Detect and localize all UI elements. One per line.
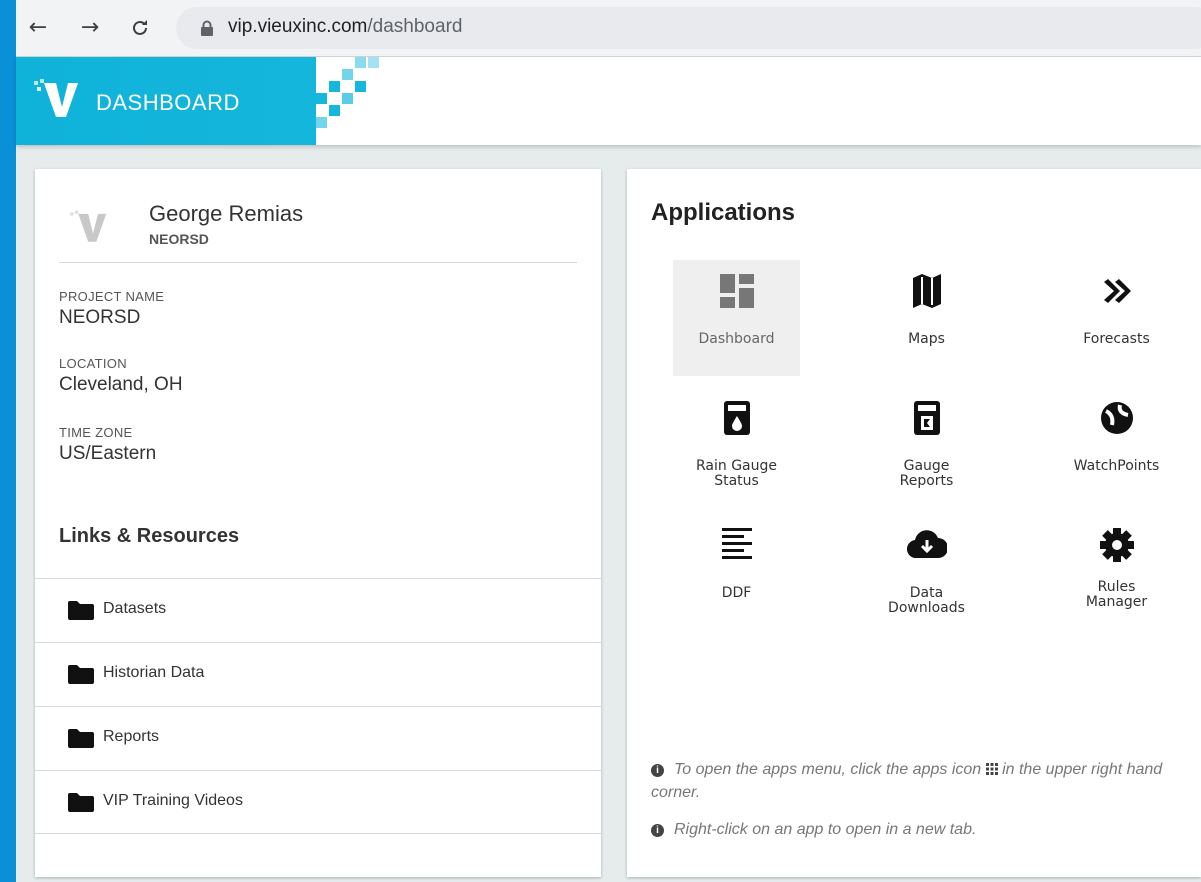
- url-path: /dashboard: [367, 16, 463, 37]
- app-maps[interactable]: Maps: [863, 260, 990, 376]
- app-label: Rain Gauge Status: [673, 459, 800, 489]
- map-icon: [863, 274, 990, 314]
- info-icon: i: [651, 824, 664, 837]
- divider: [35, 833, 601, 834]
- folder-icon: [68, 729, 94, 752]
- app-label: Forecasts: [1083, 331, 1150, 347]
- cog-icon: [1053, 528, 1180, 568]
- browser-toolbar: ← → vip.vieuxinc.com/dashboard: [16, 0, 1201, 57]
- app-label-line: Data: [909, 585, 944, 601]
- app-area: DASHBOARD George Remias NEORSD PROJECT N…: [16, 57, 1201, 882]
- right-click-hint: i Right-click on an app to open in a new …: [651, 819, 1171, 841]
- app-label-line: Reports: [899, 473, 954, 489]
- top-bar: DASHBOARD: [16, 57, 1201, 145]
- align-left-icon: [673, 528, 800, 568]
- location-value: Cleveland, OH: [59, 374, 183, 395]
- location-label: LOCATION: [59, 356, 127, 371]
- app-label: Data Downloads: [863, 586, 990, 616]
- vieux-logo-icon: [32, 77, 82, 125]
- hint-text: To open the apps menu, click the apps ic…: [674, 761, 982, 778]
- double-chevron-right-icon: [1053, 274, 1180, 314]
- app-dashboard[interactable]: Dashboard: [673, 260, 800, 376]
- gauge-report-icon: [863, 401, 990, 441]
- forward-arrow-icon[interactable]: →: [78, 14, 102, 42]
- project-name-label: PROJECT NAME: [59, 289, 165, 304]
- link-label: Historian Data: [103, 664, 205, 681]
- reload-icon[interactable]: [128, 14, 152, 42]
- link-vip-training-videos[interactable]: VIP Training Videos: [35, 770, 601, 834]
- links-heading: Links & Resources: [59, 525, 240, 547]
- time-zone-value: US/Eastern: [59, 443, 157, 464]
- lock-icon: [200, 20, 214, 40]
- app-forecasts[interactable]: Forecasts: [1053, 260, 1180, 376]
- user-org: NEORSD: [149, 231, 209, 247]
- user-name: George Remias: [149, 201, 304, 226]
- app-rain-gauge-status[interactable]: Rain Gauge Status: [673, 387, 800, 503]
- time-zone-label: TIME ZONE: [59, 425, 133, 440]
- app-label-line: Rules: [1097, 579, 1136, 595]
- profile-card: George Remias NEORSD PROJECT NAME NEORSD…: [35, 169, 601, 877]
- app-data-downloads[interactable]: Data Downloads: [863, 514, 990, 630]
- app-label: DDF: [721, 585, 752, 601]
- app-label-line: Downloads: [888, 600, 965, 616]
- app-watchpoints[interactable]: WatchPoints: [1053, 387, 1180, 503]
- app-label: Maps: [908, 331, 945, 347]
- applications-card: Applications Dashboard Maps Forecasts Ra…: [627, 169, 1201, 877]
- link-reports[interactable]: Reports: [35, 706, 601, 770]
- app-label: Gauge Reports: [863, 459, 990, 489]
- apps-menu-hint: i To open the apps menu, click the apps i…: [651, 759, 1171, 804]
- watchpoints-icon: [1053, 401, 1180, 441]
- apps-grid-icon: [985, 760, 998, 782]
- link-label: VIP Training Videos: [103, 792, 243, 809]
- dashboard-title: DASHBOARD: [96, 90, 240, 115]
- hint-text: Right-click on an app to open in a new t…: [674, 821, 977, 838]
- cloud-download-icon: [863, 528, 990, 568]
- app-label-line: Gauge: [903, 458, 950, 474]
- folder-icon: [68, 601, 94, 624]
- app-label-line: Rain Gauge: [695, 458, 777, 474]
- applications-heading: Applications: [651, 199, 796, 226]
- rain-gauge-icon: [673, 401, 800, 441]
- app-label: WatchPoints: [1073, 458, 1160, 474]
- link-historian-data[interactable]: Historian Data: [35, 642, 601, 706]
- url-text: vip.vieuxinc.com/dashboard: [228, 16, 462, 38]
- divider: [59, 262, 577, 263]
- app-label: Rules Manager: [1053, 580, 1180, 610]
- dashboard-icon: [673, 274, 800, 314]
- address-bar[interactable]: vip.vieuxinc.com/dashboard: [176, 7, 1201, 49]
- app-label-line: Status: [714, 473, 759, 489]
- link-datasets[interactable]: Datasets: [35, 578, 601, 642]
- app-rules-manager[interactable]: Rules Manager: [1053, 514, 1180, 630]
- vieux-logo-icon: [67, 209, 111, 249]
- link-label: Datasets: [103, 600, 167, 617]
- back-arrow-icon[interactable]: ←: [26, 14, 50, 42]
- app-label-line: Manager: [1085, 594, 1148, 610]
- url-host: vip.vieuxinc.com: [228, 16, 368, 37]
- folder-icon: [68, 665, 94, 688]
- app-label: Dashboard: [698, 331, 775, 347]
- project-name-value: NEORSD: [59, 307, 141, 328]
- folder-icon: [68, 793, 94, 816]
- brand-pixel-decoration: [316, 57, 396, 145]
- info-icon: i: [651, 764, 664, 777]
- app-ddf[interactable]: DDF: [673, 514, 800, 630]
- link-label: Reports: [103, 728, 160, 745]
- app-gauge-reports[interactable]: Gauge Reports: [863, 387, 990, 503]
